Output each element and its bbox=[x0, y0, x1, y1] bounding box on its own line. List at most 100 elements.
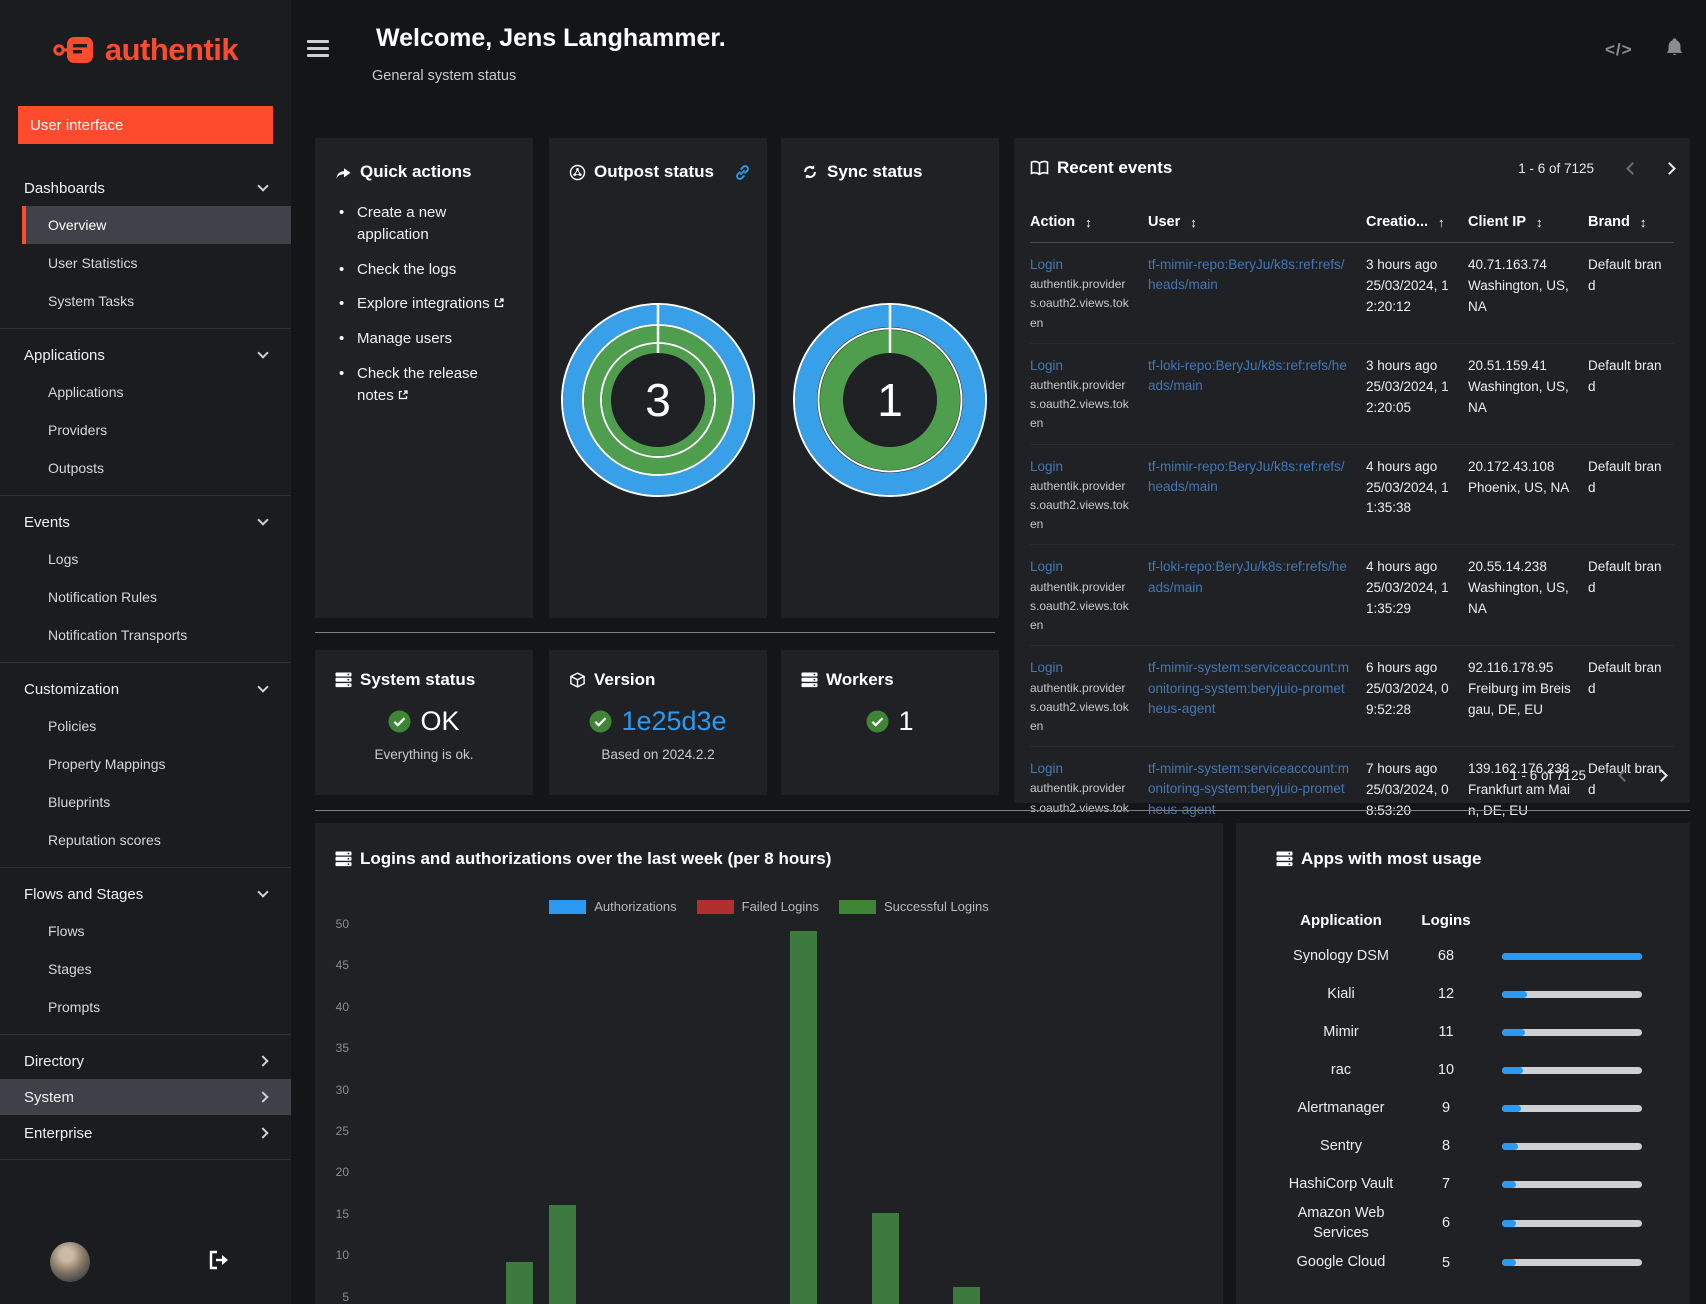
sync-status-value: 1 bbox=[877, 374, 903, 426]
sidebar-item-outposts[interactable]: Outposts bbox=[0, 449, 291, 487]
pagination-next-icon[interactable] bbox=[1663, 161, 1676, 175]
notifications-bell-icon[interactable] bbox=[1663, 36, 1686, 59]
divider bbox=[315, 810, 1690, 811]
user-interface-button[interactable]: User interface bbox=[18, 106, 273, 144]
sort-icon[interactable]: ↕ bbox=[1536, 215, 1543, 230]
event-brand-cell: Default brand bbox=[1588, 257, 1662, 293]
sidebar-group-dashboards[interactable]: Dashboards bbox=[0, 170, 291, 206]
sidebar-item-blueprints[interactable]: Blueprints bbox=[0, 783, 291, 821]
events-table-header: Action ↕ User ↕ Creatio... ↑ Client IP ↕ Brand ↕ bbox=[1030, 214, 1674, 243]
logout-icon[interactable] bbox=[208, 1250, 230, 1270]
api-browser-icon[interactable]: </> bbox=[1605, 40, 1633, 60]
sidebar-group-events[interactable]: Events bbox=[0, 504, 291, 540]
sidebar-item-policies[interactable]: Policies bbox=[0, 707, 291, 745]
sidebar-item-property-mappings[interactable]: Property Mappings bbox=[0, 745, 291, 783]
column-label[interactable]: Action bbox=[1030, 214, 1075, 230]
sidebar-footer bbox=[0, 1240, 291, 1290]
event-action-detail: authentik.providers.oauth2.views.token bbox=[1030, 277, 1129, 330]
event-user-link[interactable]: tf-loki-repo:BeryJu/k8s:ref:refs/heads/m… bbox=[1148, 356, 1366, 434]
sidebar-item-applications[interactable]: Applications bbox=[0, 373, 291, 411]
sidebar-group-applications[interactable]: Applications bbox=[0, 337, 291, 373]
recent-events-card: Recent events 1 - 6 of 7125 Action ↕ User ↕… bbox=[1014, 138, 1690, 834]
sidebar-group-customization[interactable]: Customization bbox=[0, 671, 291, 707]
quick-action-check-the-release-notes[interactable]: Check the release notes bbox=[335, 363, 515, 407]
sort-asc-icon[interactable]: ↑ bbox=[1438, 215, 1445, 230]
quick-actions-title: Quick actions bbox=[360, 162, 472, 181]
app-usage-bar-fill bbox=[1502, 1219, 1516, 1227]
legend-label: Successful Logins bbox=[883, 899, 989, 914]
chevron-right-icon bbox=[257, 1127, 269, 1139]
y-tick-label: 5 bbox=[342, 1289, 349, 1304]
column-label[interactable]: Client IP bbox=[1468, 214, 1526, 230]
server-icon bbox=[335, 851, 352, 867]
event-action-detail: authentik.providers.oauth2.views.token bbox=[1030, 378, 1129, 431]
event-action-link[interactable]: Login bbox=[1030, 457, 1148, 477]
app-usage-bar-fill bbox=[1502, 1180, 1517, 1188]
y-tick-label: 50 bbox=[335, 917, 349, 931]
column-label[interactable]: User bbox=[1148, 214, 1180, 230]
sidebar-item-prompts[interactable]: Prompts bbox=[0, 988, 291, 1026]
sidebar-item-reputation-scores[interactable]: Reputation scores bbox=[0, 821, 291, 859]
sidebar-group-label: Events bbox=[24, 513, 70, 531]
column-label[interactable]: Creatio... bbox=[1366, 214, 1428, 230]
sort-icon[interactable]: ↕ bbox=[1085, 215, 1092, 230]
column-label[interactable]: Brand bbox=[1588, 214, 1630, 230]
apps-table-header: Application Logins bbox=[1276, 903, 1690, 937]
event-action-link[interactable]: Login bbox=[1030, 658, 1148, 678]
sidebar-group-directory[interactable]: Directory bbox=[0, 1043, 291, 1079]
divider bbox=[0, 867, 291, 868]
quick-action-manage-users[interactable]: Manage users bbox=[335, 328, 515, 350]
event-action-link[interactable]: Login bbox=[1030, 255, 1148, 275]
event-brand-cell: Default brand bbox=[1588, 357, 1662, 394]
sort-icon[interactable]: ↕ bbox=[1190, 215, 1197, 230]
outpost-link-icon[interactable] bbox=[734, 164, 751, 181]
sidebar-group-label: Flows and Stages bbox=[24, 885, 144, 903]
event-user-link[interactable]: tf-mimir-system:serviceaccount:monitorin… bbox=[1148, 658, 1366, 736]
quick-action-create-a-new-application[interactable]: Create a new application bbox=[335, 202, 515, 246]
logins-chart-title: Logins and authorizations over the last … bbox=[360, 849, 832, 868]
chart-bar-successful-logins bbox=[953, 1287, 981, 1304]
apps-usage-table: Application Logins Synology DSM 68 Kiali 12… bbox=[1276, 903, 1690, 1282]
sidebar-toggle-icon[interactable] bbox=[307, 40, 329, 61]
sidebar-item-system-tasks[interactable]: System Tasks bbox=[0, 282, 291, 320]
chevron-down-icon bbox=[257, 886, 269, 898]
pagination-prev-icon[interactable] bbox=[1626, 161, 1639, 175]
event-user-link[interactable]: tf-mimir-repo:BeryJu/k8s:ref:refs/heads/… bbox=[1148, 457, 1366, 535]
sidebar-item-logs[interactable]: Logs bbox=[0, 540, 291, 578]
app-usage-bar-fill bbox=[1502, 1028, 1525, 1036]
user-avatar[interactable] bbox=[50, 1242, 90, 1282]
sort-icon[interactable]: ↕ bbox=[1640, 215, 1647, 230]
sidebar-group-flows-and-stages[interactable]: Flows and Stages bbox=[0, 876, 291, 912]
version-title: Version bbox=[594, 670, 656, 689]
pagination-next-icon[interactable] bbox=[1655, 769, 1668, 782]
event-user-link[interactable]: tf-loki-repo:BeryJu/k8s:ref:refs/heads/m… bbox=[1148, 557, 1366, 635]
event-action-link[interactable]: Login bbox=[1030, 557, 1148, 577]
event-action-link[interactable]: Login bbox=[1030, 356, 1148, 376]
sidebar-item-notification-transports[interactable]: Notification Transports bbox=[0, 616, 291, 654]
legend-label: Authorizations bbox=[594, 899, 677, 914]
y-tick-label: 40 bbox=[335, 999, 349, 1014]
sidebar-item-notification-rules[interactable]: Notification Rules bbox=[0, 578, 291, 616]
quick-action-explore-integrations[interactable]: Explore integrations bbox=[335, 293, 515, 315]
quick-action-check-the-logs[interactable]: Check the logs bbox=[335, 259, 515, 281]
sidebar-item-flows[interactable]: Flows bbox=[0, 912, 291, 950]
event-user-link[interactable]: tf-mimir-repo:BeryJu/k8s:ref:refs/heads/… bbox=[1148, 255, 1366, 333]
event-action-detail: authentik.providers.oauth2.views.token bbox=[1030, 680, 1129, 733]
app-name: Google Cloud bbox=[1296, 1254, 1386, 1271]
event-action-link[interactable]: Login bbox=[1030, 759, 1148, 779]
app-usage-bar-fill bbox=[1502, 952, 1642, 960]
sidebar-item-user-statistics[interactable]: User Statistics bbox=[0, 244, 291, 282]
pagination-prev-icon[interactable] bbox=[1618, 769, 1631, 782]
sync-status-donut: 1 bbox=[790, 300, 990, 500]
sidebar-item-providers[interactable]: Providers bbox=[0, 411, 291, 449]
sidebar-item-overview[interactable]: Overview bbox=[22, 206, 291, 244]
server-icon bbox=[335, 672, 352, 688]
event-action-cell: Login authentik.providers.oauth2.views.to… bbox=[1030, 658, 1148, 736]
version-value-link[interactable]: 1e25d3e bbox=[621, 706, 726, 737]
sidebar-group-enterprise[interactable]: Enterprise bbox=[0, 1115, 291, 1151]
sidebar-group-system[interactable]: System bbox=[0, 1079, 291, 1115]
sidebar-item-stages[interactable]: Stages bbox=[0, 950, 291, 988]
y-tick-label: 20 bbox=[335, 1165, 349, 1180]
apps-table-body: Synology DSM 68 Kiali 12 Mimir 11 rac 10 Alertma… bbox=[1276, 937, 1690, 1282]
apps-usage-card: Apps with most usage Application Logins … bbox=[1236, 823, 1690, 1304]
